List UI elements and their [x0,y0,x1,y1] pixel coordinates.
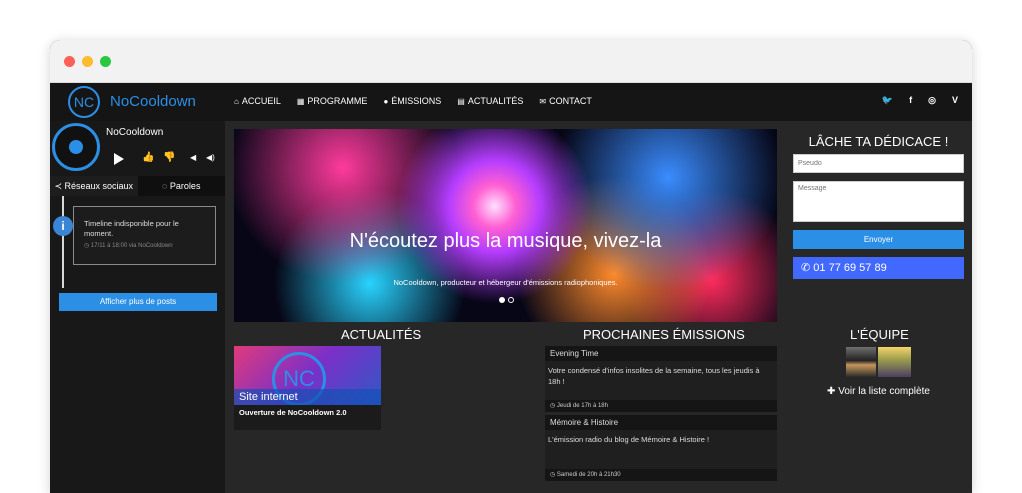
minimize-window-button[interactable] [82,56,93,67]
comment-icon: ◌ [162,181,168,191]
show-title: Evening Time [545,346,777,361]
timeline-meta-text: 17/11 à 18:00 via NoCooldown [90,243,173,249]
main-nav: ⌂ ACCUEIL ▦ PROGRAMME ● ÉMISSIONS ▤ ACTUALIT… [234,96,592,106]
home-icon: ⌂ [234,96,239,106]
player-tabs: ≺ Réseaux sociaux ◌ Paroles [50,176,225,196]
nav-contact[interactable]: ✉ CONTACT [539,96,592,106]
play-button[interactable] [114,153,124,165]
plus-icon: ✚ [827,386,836,397]
send-button[interactable]: Envoyer [793,230,964,249]
pseudo-input[interactable] [793,154,964,173]
nav-label: PROGRAMME [307,96,368,106]
clock-icon: ◷ [550,472,556,478]
timeline-card: Timeline indisponible pour le moment. ◷ … [73,206,216,265]
show-time: ◷ Jeudi de 17h à 18h [545,400,777,412]
more-posts-button[interactable]: Afficher plus de posts [59,293,217,311]
show-card[interactable]: Mémoire & Histoire L'émission radio du b… [545,415,777,481]
social-links: 🐦 f ◎ V [882,95,958,106]
hero-carousel: N'écoutez plus la musique, vivez-la NoCo… [234,129,777,322]
browser-window: NC NoCooldown ⌂ ACCUEIL ▦ PROGRAMME ● ÉMISS… [50,40,972,493]
nav-emissions[interactable]: ● ÉMISSIONS [383,96,441,106]
tab-reseaux-sociaux[interactable]: ≺ Réseaux sociaux [50,176,138,196]
section-title-prochaines-emissions: PROCHAINES ÉMISSIONS [583,327,745,342]
news-subtitle: Ouverture de NoCooldown 2.0 [234,405,381,430]
share-icon: ≺ [54,181,62,191]
nav-label: ACCUEIL [241,96,281,106]
volume-up-icon[interactable]: ◀) [206,153,215,162]
info-icon: i [53,216,73,236]
tab-paroles[interactable]: ◌ Paroles [137,176,225,196]
player-artwork [52,123,100,171]
nav-label: CONTACT [549,96,592,106]
show-time: ◷ Samedi de 20h à 21h30 [545,469,777,481]
news-icon: ▤ [457,96,465,106]
team-link-label: Voir la liste complète [838,386,930,397]
carousel-indicator-2[interactable] [508,297,514,303]
twitter-icon[interactable]: 🐦 [882,95,893,106]
facebook-icon[interactable]: f [909,95,912,106]
thumb-down-icon[interactable]: 👎 [163,152,175,163]
news-card[interactable]: NC Site internet Ouverture de NoCooldown… [234,346,381,430]
timeline-line [62,196,64,288]
maximize-window-button[interactable] [100,56,111,67]
clock-icon: ◷ [84,243,90,249]
volume-down-icon[interactable]: ◀ [190,153,196,162]
team-list-link[interactable]: ✚ Voir la liste complète [793,386,964,397]
dedicace-title: LÂCHE TA DÉDICACE ! [808,134,949,149]
page-content: NoCooldown 👍 👎 ◀ ◀) ≺ Réseaux sociaux ◌ … [50,121,972,493]
message-input[interactable] [793,181,964,222]
phone-icon: ✆ [801,262,811,274]
team-avatar[interactable] [878,347,911,377]
nav-programme[interactable]: ▦ PROGRAMME [297,96,368,106]
show-description: Votre condensé d'infos insolites de la s… [548,366,760,386]
phone-link[interactable]: ✆ 01 77 69 57 89 [793,257,964,279]
calendar-icon: ▦ [296,96,305,106]
brand-name[interactable]: NoCooldown [110,93,196,110]
instagram-icon[interactable]: ◎ [928,95,936,106]
show-description: L'émission radio du blog de Mémoire & Hi… [548,435,710,444]
phone-number: 01 77 69 57 89 [813,262,887,274]
show-card[interactable]: Evening Time Votre condensé d'infos inso… [545,346,777,412]
section-title-actualites: ACTUALITÉS [341,327,422,342]
hero-subtitle: NoCooldown, producteur et hébergeur d'ém… [393,278,618,287]
nav-actualites[interactable]: ▤ ACTUALITÉS [457,96,523,106]
show-time-text: Samedi de 20h à 21h30 [556,472,621,478]
nav-label: ÉMISSIONS [391,96,442,106]
logo[interactable]: NC [68,86,100,118]
nav-accueil[interactable]: ⌂ ACCUEIL [234,96,281,106]
close-window-button[interactable] [64,56,75,67]
player-name: NoCooldown [106,127,164,138]
show-time-text: Jeudi de 17h à 18h [556,403,608,409]
section-title-equipe: L'ÉQUIPE [850,327,909,342]
hero-title: N'écoutez plus la musique, vivez-la [349,230,662,252]
timeline-meta: ◷ 17/11 à 18:00 via NoCooldown [84,242,207,249]
microphone-icon: ● [383,96,389,106]
tab-label: Réseaux sociaux [64,181,134,191]
vine-icon[interactable]: V [952,95,958,106]
envelope-icon: ✉ [539,96,547,106]
show-title: Mémoire & Histoire [545,415,777,430]
nav-label: ACTUALITÉS [467,96,524,106]
tab-label: Paroles [169,181,201,191]
thumb-up-icon[interactable]: 👍 [142,152,154,163]
title-bar [50,40,972,83]
sidebar: NoCooldown 👍 👎 ◀ ◀) ≺ Réseaux sociaux ◌ … [50,121,225,493]
news-label: Site internet [234,389,381,405]
clock-icon: ◷ [550,403,556,409]
team-avatar[interactable] [846,347,876,377]
navbar: NC NoCooldown ⌂ ACCUEIL ▦ PROGRAMME ● ÉMISS… [50,83,972,121]
carousel-indicator-1[interactable] [499,297,505,303]
timeline-text: Timeline indisponible pour le moment. [84,219,179,238]
